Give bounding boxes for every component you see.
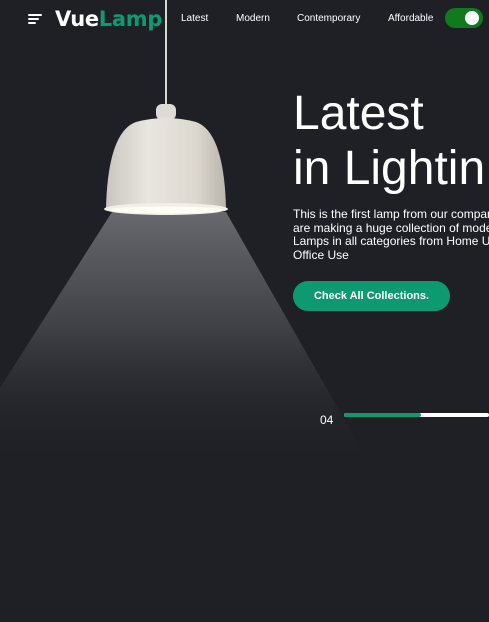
logo[interactable]: VueLamp — [55, 5, 162, 33]
check-all-collections-button[interactable]: Check All Collections. — [293, 281, 450, 311]
nav-link-affordable[interactable]: Affordable — [388, 12, 433, 26]
hero-description-line: This is the first lamp from our company — [293, 208, 489, 221]
theme-toggle[interactable] — [445, 8, 483, 28]
slide-number: 04 — [320, 413, 334, 427]
hero-page: VueLamp Latest Modern Contemporary Affor… — [0, 0, 489, 622]
logo-part-vue: Vue — [55, 7, 99, 31]
lamp-cap — [156, 104, 176, 120]
hero-title: Latest in Lightin — [293, 86, 485, 196]
toggle-knob — [465, 11, 479, 25]
slider-progress-fill — [344, 413, 421, 417]
nav-link-latest[interactable]: Latest — [181, 12, 208, 26]
nav-link-modern[interactable]: Modern — [236, 12, 270, 26]
lamp-shade — [106, 118, 226, 208]
hero-description-line: are making a huge collection of modern — [293, 220, 489, 235]
hero-description-line: Lamps in all categories from Home Use — [293, 234, 489, 248]
lamp-cord — [165, 0, 167, 108]
slider-progress-track[interactable] — [344, 413, 489, 417]
hero-title-line-1: Latest — [293, 87, 424, 140]
hamburger-menu-icon[interactable] — [28, 12, 44, 26]
logo-part-lamp: Lamp — [98, 7, 163, 31]
hero-description: This is the first lamp from our company … — [293, 208, 489, 262]
hero-title-line-2: in Lightin — [293, 142, 486, 195]
hero-description-line: Office Use — [293, 247, 349, 262]
nav-link-contemporary[interactable]: Contemporary — [297, 12, 360, 26]
